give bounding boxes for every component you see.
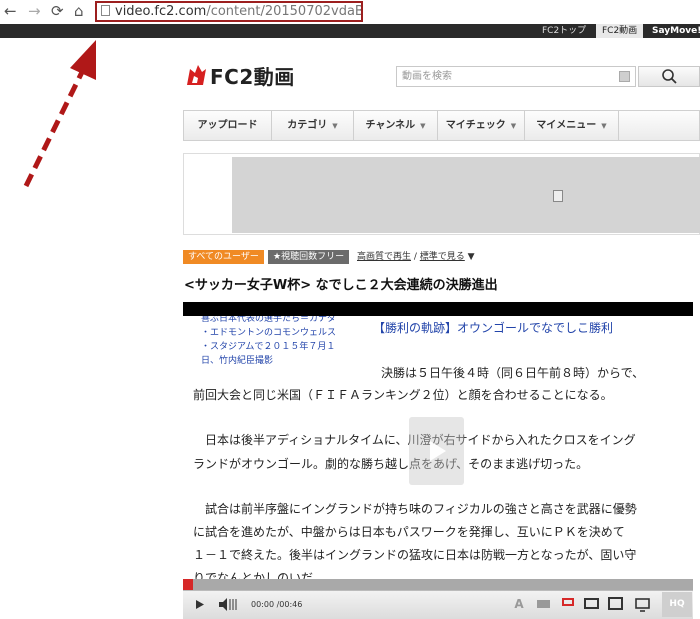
home-icon[interactable]: ⌂	[74, 1, 84, 21]
video-top-band	[183, 302, 693, 316]
url-path: /content/20150702vdaBFSrc/	[206, 4, 363, 19]
photo-caption: 喜ぶ日本代表の選手たち＝カナダ ・エドモントンのコモンウェルス ・スタジアムで２…	[201, 314, 337, 366]
play-icon[interactable]	[190, 590, 210, 619]
clear-icon[interactable]	[619, 71, 630, 82]
fc2-logo[interactable]: FC2動画	[184, 62, 295, 89]
article-line: 試合は前半序盤にイングランドが持ち味のフィジカルの強さと高さを武器に優勢	[205, 502, 637, 516]
chevron-down-icon: ▼	[601, 122, 607, 130]
nav-category[interactable]: カテゴリ ▼	[272, 111, 354, 140]
search-icon	[662, 69, 677, 84]
article-headline: 【勝利の軌跡】オウンゴールでなでしこ勝利	[373, 321, 614, 335]
video-player[interactable]: 喜ぶ日本代表の選手たち＝カナダ ・エドモントンのコモンウェルス ・スタジアムで２…	[183, 302, 693, 618]
address-bar[interactable]: video.fc2.com/content/20150702vdaBFSrc/	[95, 1, 363, 22]
all-users-tag[interactable]: すべてのユーザー	[183, 250, 264, 264]
nav-channel[interactable]: チャンネル ▼	[354, 111, 438, 140]
forward-icon[interactable]: →	[28, 1, 41, 21]
play-mode-links: 高画質で再生 / 標準で見る ▼	[357, 252, 475, 262]
font-size-icon[interactable]: A	[510, 590, 528, 619]
saymove-link[interactable]: SayMove!	[646, 24, 700, 38]
article-line: １－１で終えた。後半はイングランドの猛攻に日本は防戦一方となったが、固い守	[193, 548, 637, 562]
url-host: video.fc2.com	[115, 4, 207, 19]
fc2-logo-mark-icon	[187, 65, 206, 85]
chevron-down-icon: ▼	[420, 122, 426, 130]
logo-text: FC2動画	[210, 64, 295, 89]
nav-my-menu[interactable]: マイメニュー ▼	[525, 111, 619, 140]
time-display: 00:00 /00:46	[251, 600, 303, 609]
wide-screen-icon[interactable]	[584, 598, 599, 609]
chevron-down-icon: ▼	[332, 122, 338, 130]
play-hq-link[interactable]: 高画質で再生	[357, 252, 411, 262]
volume-icon[interactable]	[216, 590, 240, 619]
nav-my-check[interactable]: マイチェック ▼	[438, 111, 525, 140]
nav-upload[interactable]: アップロード	[184, 111, 272, 140]
small-screen-icon[interactable]	[562, 598, 574, 606]
search-placeholder: 動画を検索	[402, 71, 452, 82]
back-icon[interactable]: ←	[4, 1, 17, 21]
search-button[interactable]	[638, 66, 700, 87]
page-icon	[101, 5, 110, 16]
fc2-video-link[interactable]: FC2動画	[596, 24, 644, 38]
big-play-icon[interactable]	[409, 417, 464, 485]
article-line: に試合を進めたが、中盤からは日本もパスワークを発揮し、互いにＰＫを決めて	[193, 525, 625, 539]
article-line: 決勝は５日午後４時（同６日午前８時）からで、	[381, 366, 645, 380]
fullscreen-icon[interactable]	[634, 590, 652, 619]
video-title: <サッカー女子W杯> なでしこ２大会連続の決勝進出	[184, 278, 498, 293]
theater-mode-icon[interactable]	[608, 597, 623, 610]
search-input[interactable]: 動画を検索	[396, 66, 636, 87]
ad-banner[interactable]	[232, 157, 700, 233]
reload-icon[interactable]: ⟳	[51, 1, 64, 21]
comment-icon[interactable]	[536, 590, 552, 619]
progress-fill	[183, 579, 193, 590]
annotation-arrow	[23, 40, 96, 188]
browser-toolbar: ← → ⟳ ⌂ video.fc2.com/content/20150702vd…	[0, 0, 700, 24]
chevron-down-icon[interactable]: ▼	[468, 252, 475, 262]
free-view-tag[interactable]: ★視聴回数フリー	[268, 250, 350, 264]
hq-icon[interactable]: HQ	[662, 592, 692, 617]
article-line: 前回大会と同じ米国（ＦＩＦＡランキング２位）と顔を合わせることになる。	[193, 388, 613, 402]
chevron-down-icon: ▼	[510, 122, 517, 130]
broken-image-icon	[553, 190, 563, 202]
progress-bar[interactable]	[183, 579, 693, 590]
fc2-top-link[interactable]: FC2トップ	[536, 24, 592, 38]
main-nav: アップロード カテゴリ ▼ チャンネル ▼ マイチェック ▼ マイメニュー ▼	[183, 110, 700, 141]
play-normal-link[interactable]: 標準で見る	[420, 252, 465, 262]
